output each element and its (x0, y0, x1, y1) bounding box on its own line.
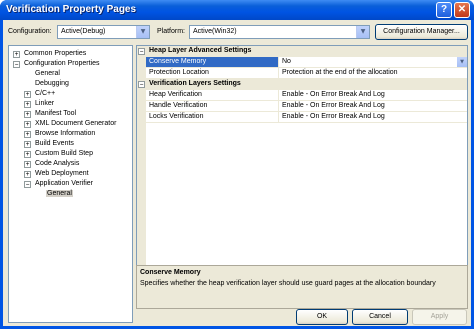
ok-button-main[interactable]: OK (296, 309, 348, 325)
collapse-icon[interactable]: − (138, 48, 145, 55)
dialog-client-area: Configuration: Active(Debug) ▼ Platform:… (3, 20, 471, 326)
expand-icon[interactable]: + (24, 161, 31, 168)
dialog-window: Verification Property Pages ? ✕ Configur… (0, 0, 474, 329)
property-grid: − Heap Layer Advanced Settings Conserve … (136, 45, 468, 283)
category-verification-layers[interactable]: − Verification Layers Settings (137, 79, 467, 90)
description-panel: Conserve Memory Specifies whether the he… (136, 265, 468, 309)
expand-icon[interactable]: + (24, 101, 31, 108)
settings-tree[interactable]: + Common Properties − Configuration Prop… (8, 45, 133, 323)
collapse-icon[interactable]: − (24, 181, 31, 188)
property-row-heap-verification[interactable]: Heap Verification Enable - On Error Brea… (146, 90, 467, 101)
expand-icon[interactable]: + (24, 91, 31, 98)
property-row-handle-verification[interactable]: Handle Verification Enable - On Error Br… (146, 101, 467, 112)
close-button[interactable]: ✕ (454, 2, 470, 18)
configuration-manager-button[interactable]: Configuration Manager... (375, 24, 468, 40)
help-button[interactable]: ? (436, 2, 452, 18)
category-heap-layer[interactable]: − Heap Layer Advanced Settings (137, 46, 467, 57)
property-row-conserve-memory[interactable]: Conserve Memory No ▼ (146, 57, 467, 68)
expand-icon[interactable]: + (24, 151, 31, 158)
expand-icon[interactable]: + (24, 121, 31, 128)
expand-icon[interactable]: + (24, 111, 31, 118)
expand-icon[interactable]: + (24, 131, 31, 138)
description-title: Conserve Memory (140, 269, 201, 276)
chevron-down-icon: ▼ (356, 26, 369, 38)
property-row-locks-verification[interactable]: Locks Verification Enable - On Error Bre… (146, 112, 467, 123)
cancel-button[interactable]: Cancel (352, 309, 408, 325)
window-title: Verification Property Pages (6, 4, 137, 15)
description-text: Specifies whether the heap verification … (140, 280, 436, 287)
configuration-dropdown[interactable]: Active(Debug) ▼ (57, 25, 150, 39)
expand-icon[interactable]: + (24, 141, 31, 148)
platform-dropdown[interactable]: Active(Win32) ▼ (189, 25, 370, 39)
chevron-down-icon[interactable]: ▼ (457, 57, 467, 67)
expand-icon[interactable]: + (24, 171, 31, 178)
expand-icon[interactable]: + (13, 51, 20, 58)
chevron-down-icon: ▼ (136, 26, 149, 38)
collapse-icon[interactable]: − (13, 61, 20, 68)
property-row-protection-location[interactable]: Protection Location Protection at the en… (146, 68, 467, 79)
apply-button: Apply (412, 309, 467, 325)
collapse-icon[interactable]: − (138, 81, 145, 88)
configuration-value: Active(Debug) (61, 28, 106, 35)
platform-value: Active(Win32) (193, 28, 237, 35)
title-bar[interactable]: Verification Property Pages ? ✕ (0, 0, 474, 20)
platform-label: Platform: (157, 28, 186, 35)
configuration-label: Configuration: (8, 28, 52, 35)
